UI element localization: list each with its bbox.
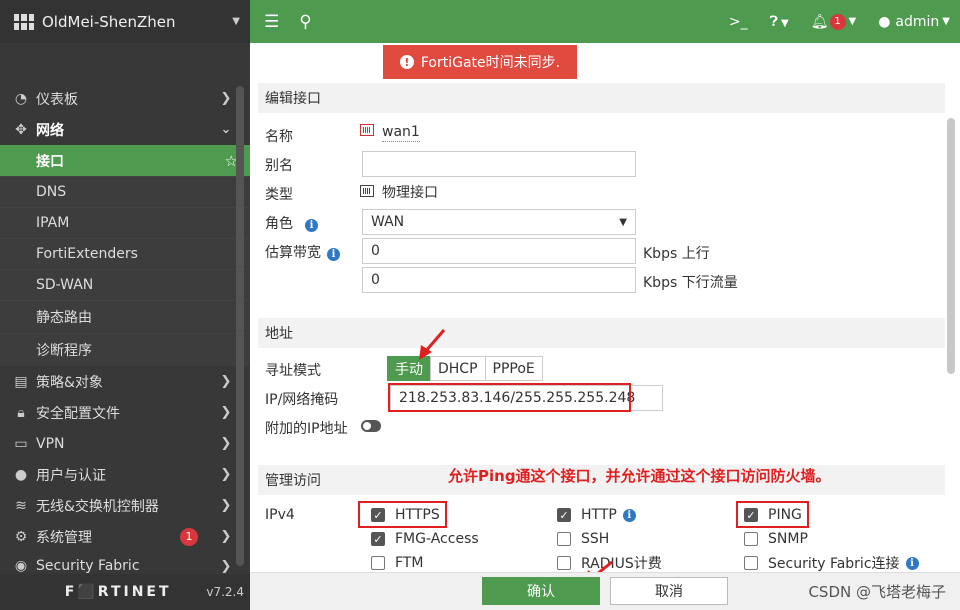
form-footer: 确认 取消 CSDN @飞塔老梅子 [250,572,960,610]
ok-button[interactable]: 确认 [482,577,600,605]
cancel-button[interactable]: 取消 [610,577,728,605]
annotation-arrows [419,329,613,584]
content-scrollbar[interactable] [947,118,955,374]
watermark: CSDN @飞塔老梅子 [808,583,946,601]
